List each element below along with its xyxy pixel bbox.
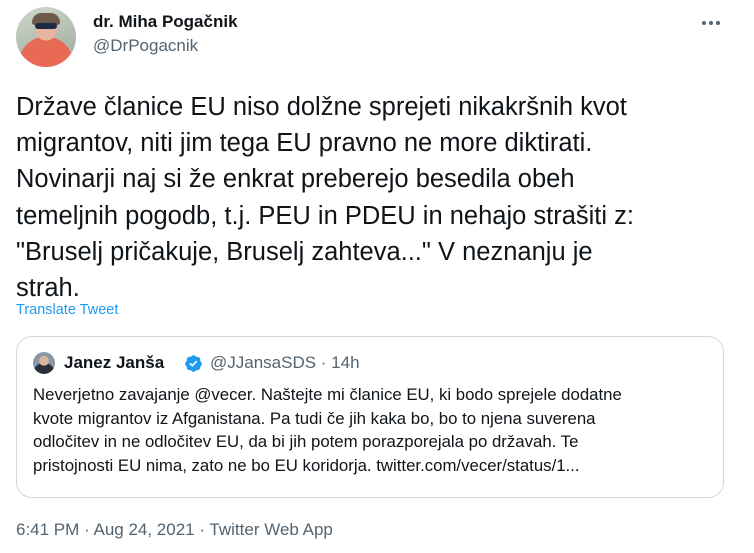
more-options-button[interactable] [694,10,728,36]
more-dots-icon [716,21,720,25]
avatar-sunglasses [35,23,57,29]
quoted-handle-time: @JJansaSDS · 14h [210,353,360,372]
tweet-text: Države članice EU niso dolžne sprejeti n… [16,93,634,303]
quoted-author-avatar [33,352,55,374]
more-dots-icon [709,21,713,25]
translate-tweet-link[interactable]: Translate Tweet [16,302,118,318]
quoted-author-name: Janez Janša [64,353,165,372]
more-dots-icon [702,21,706,25]
quoted-tweet-card[interactable]: Janez Janša @JJansaSDS · 14h Neverjetno … [16,336,724,498]
tweet-timestamp-source[interactable]: 6:41 PM · Aug 24, 2021 · Twitter Web App [16,520,333,540]
tweet: dr. Miha Pogačnik @DrPogacnik Države čla… [0,0,754,553]
quoted-tweet-text: Neverjetno zavajanje @vecer. Naštejte mi… [33,385,622,475]
verified-badge-icon [185,355,202,372]
author-name[interactable]: dr. Miha Pogačnik [93,12,238,32]
author-avatar[interactable] [16,7,76,67]
author-handle[interactable]: @DrPogacnik [93,36,198,56]
